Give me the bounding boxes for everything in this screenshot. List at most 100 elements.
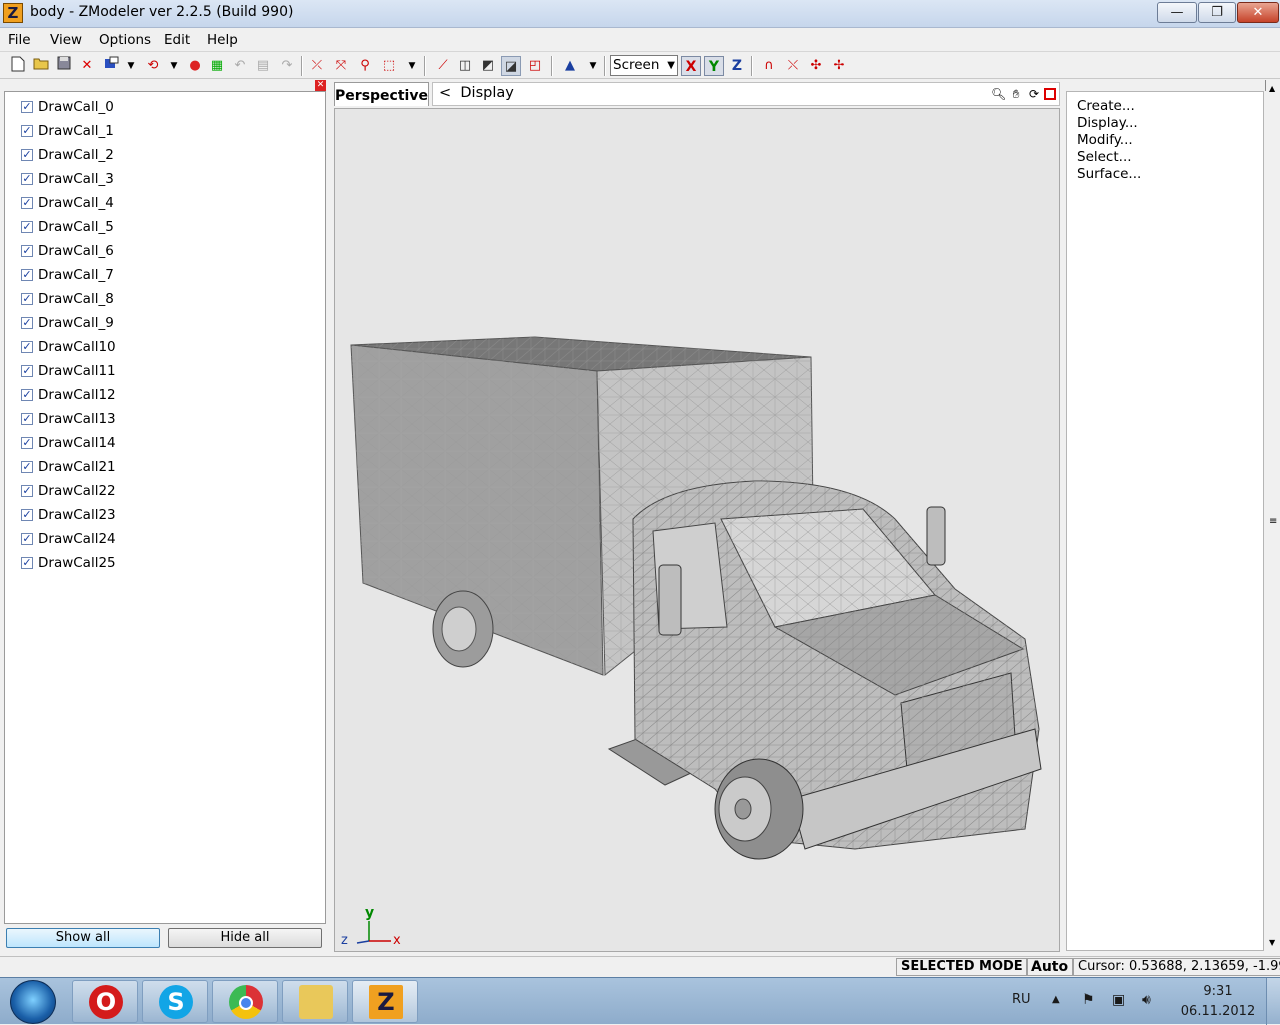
edge-mode-icon[interactable]: ◫: [455, 56, 475, 76]
3d-viewport[interactable]: y x z: [334, 108, 1060, 952]
command-select[interactable]: Select...: [1077, 149, 1132, 165]
visibility-checkbox[interactable]: ✓: [21, 461, 33, 473]
zoom-icon[interactable]: 🔍︎: [991, 87, 1006, 101]
clock-date[interactable]: 06.11.2012: [1180, 1004, 1256, 1019]
visibility-checkbox[interactable]: ✓: [21, 533, 33, 545]
zmodeler-app-icon[interactable]: Z: [3, 3, 23, 23]
hide-all-button[interactable]: Hide all: [168, 928, 322, 948]
visibility-checkbox[interactable]: ✓: [21, 125, 33, 137]
taskbar-app-explorer[interactable]: [282, 980, 348, 1023]
visibility-checkbox[interactable]: ✓: [21, 509, 33, 521]
axis-x-toggle[interactable]: X: [681, 56, 701, 76]
taskbar-app-opera[interactable]: O: [72, 980, 138, 1023]
menu-help[interactable]: Help: [207, 32, 238, 48]
windows-start-icon[interactable]: [10, 980, 56, 1024]
taskbar-app-skype[interactable]: S: [142, 980, 208, 1023]
magnet-snap-icon[interactable]: ∩: [759, 56, 779, 76]
visibility-checkbox[interactable]: ✓: [21, 413, 33, 425]
dropdown-arrow-icon[interactable]: ▼: [121, 56, 141, 76]
show-all-button[interactable]: Show all: [6, 928, 160, 948]
visibility-checkbox[interactable]: ✓: [21, 197, 33, 209]
menu-edit[interactable]: Edit: [164, 32, 190, 48]
visibility-checkbox[interactable]: ✓: [21, 485, 33, 497]
axis-y-toggle[interactable]: Y: [704, 56, 724, 76]
select-edge-icon[interactable]: ⤧: [331, 56, 351, 76]
dropdown-arrow-icon[interactable]: ▼: [164, 56, 184, 76]
command-display[interactable]: Display...: [1077, 115, 1138, 131]
scroll-up-icon[interactable]: ▲: [1269, 84, 1275, 93]
face-mode-icon[interactable]: ◩: [478, 56, 498, 76]
open-folder-icon[interactable]: [31, 56, 51, 76]
show-desktop-button[interactable]: [1266, 978, 1280, 1025]
select-object-icon[interactable]: ⚲: [355, 56, 375, 76]
redo-icon[interactable]: ↷: [277, 56, 297, 76]
cursor-readout: Cursor: 0.53688, 2.13659, -1.992: [1073, 958, 1280, 976]
object-tree[interactable]: ✓ DrawCall_0 ✓ DrawCall_1 ✓ DrawCall_2 ✓ Dra…: [4, 91, 326, 924]
minimize-button[interactable]: —: [1157, 2, 1197, 23]
command-create[interactable]: Create...: [1077, 98, 1135, 114]
clock-time[interactable]: 9:31: [1190, 984, 1246, 999]
rotate-tool-icon[interactable]: ✣: [806, 56, 826, 76]
volume-icon[interactable]: 🔊︎: [1142, 992, 1151, 1008]
visibility-checkbox[interactable]: ✓: [21, 149, 33, 161]
material-editor-icon[interactable]: ▦: [207, 56, 227, 76]
tray-expand-icon[interactable]: ▲: [1052, 994, 1060, 1005]
visibility-checkbox[interactable]: ✓: [21, 557, 33, 569]
record-icon[interactable]: ●: [185, 56, 205, 76]
visibility-checkbox[interactable]: ✓: [21, 269, 33, 281]
visibility-checkbox[interactable]: ✓: [21, 173, 33, 185]
taskbar-app-zmodeler[interactable]: Z: [352, 980, 418, 1023]
status-auto[interactable]: Auto: [1026, 958, 1074, 976]
move-tool-icon[interactable]: ⤬: [783, 56, 803, 76]
rotate-view-icon[interactable]: ⟳: [1027, 87, 1041, 101]
visibility-checkbox[interactable]: ✓: [21, 317, 33, 329]
axis-z-toggle[interactable]: Z: [727, 56, 747, 76]
action-center-flag-icon[interactable]: ⚑: [1082, 992, 1095, 1008]
cone-primitive-icon[interactable]: ▲: [560, 56, 580, 76]
taskbar-app-chrome[interactable]: [212, 980, 278, 1023]
status-bar: SELECTED MODE Auto Cursor: 0.53688, 2.13…: [0, 956, 1280, 976]
delete-icon[interactable]: ✕: [77, 56, 97, 76]
menu-options[interactable]: Options: [99, 32, 151, 48]
box-mode-icon[interactable]: ◰: [525, 56, 545, 76]
maximize-button[interactable]: ❐: [1198, 2, 1236, 23]
object-mode-icon[interactable]: ◪: [501, 56, 521, 76]
visibility-checkbox[interactable]: ✓: [21, 245, 33, 257]
export-icon[interactable]: [101, 56, 121, 76]
scroll-grip-icon[interactable]: ≡: [1269, 516, 1277, 527]
back-button[interactable]: <: [439, 85, 451, 101]
visibility-checkbox[interactable]: ✓: [21, 341, 33, 353]
new-file-icon[interactable]: [8, 56, 28, 76]
close-icon[interactable]: ✕: [315, 80, 326, 91]
scroll-down-icon[interactable]: ▼: [1269, 938, 1275, 947]
clipboard-icon[interactable]: ▤: [253, 56, 273, 76]
save-icon[interactable]: [54, 56, 74, 76]
close-button[interactable]: ✕: [1237, 2, 1279, 23]
menu-view[interactable]: View: [50, 32, 82, 48]
coordinate-space-select[interactable]: Screen ▼: [610, 55, 678, 76]
scale-tool-icon[interactable]: ✢: [829, 56, 849, 76]
vertical-scrollbar[interactable]: ▲ ≡ ▼: [1266, 80, 1280, 954]
breadcrumb[interactable]: < Display: [439, 85, 514, 101]
select-face-icon[interactable]: ⬚: [379, 56, 399, 76]
network-icon[interactable]: ▣: [1112, 992, 1125, 1008]
visibility-checkbox[interactable]: ✓: [21, 101, 33, 113]
undo-stack-icon[interactable]: ⟲: [143, 56, 163, 76]
dropdown-arrow-icon[interactable]: ▼: [583, 56, 603, 76]
pan-hand-icon[interactable]: ✋︎: [1009, 87, 1023, 101]
tab-perspective[interactable]: Perspective: [334, 82, 429, 106]
maximize-viewport-icon[interactable]: [1044, 88, 1056, 100]
command-surface[interactable]: Surface...: [1077, 166, 1141, 182]
undo-icon[interactable]: ↶: [230, 56, 250, 76]
command-modify[interactable]: Modify...: [1077, 132, 1133, 148]
select-vertex-icon[interactable]: ⤫: [307, 56, 327, 76]
visibility-checkbox[interactable]: ✓: [21, 437, 33, 449]
dropdown-arrow-icon[interactable]: ▼: [402, 56, 422, 76]
visibility-checkbox[interactable]: ✓: [21, 221, 33, 233]
vertex-mode-icon[interactable]: ⟋: [433, 56, 453, 76]
visibility-checkbox[interactable]: ✓: [21, 293, 33, 305]
menu-file[interactable]: File: [8, 32, 31, 48]
visibility-checkbox[interactable]: ✓: [21, 365, 33, 377]
visibility-checkbox[interactable]: ✓: [21, 389, 33, 401]
language-indicator[interactable]: RU: [1012, 992, 1031, 1007]
